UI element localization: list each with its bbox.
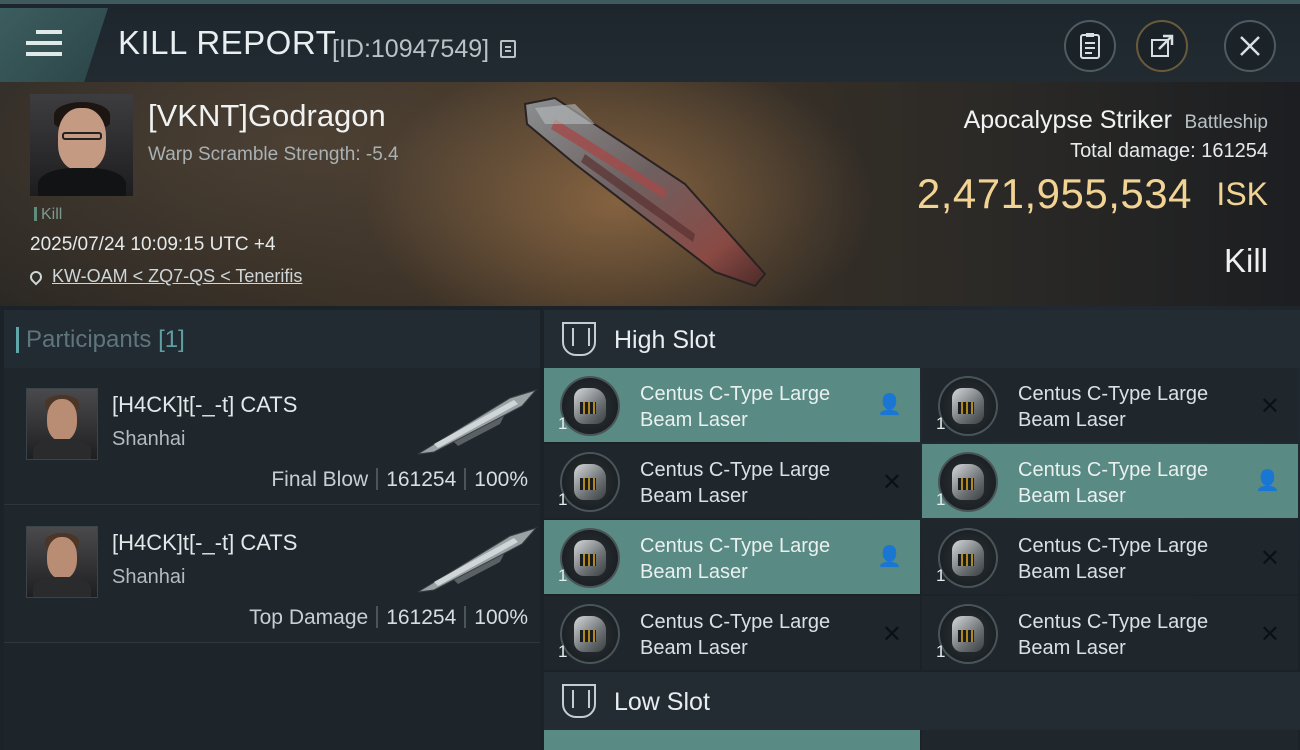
beam-laser-icon (574, 540, 606, 576)
module-name: Centus C-Type Large Beam Laser (1018, 459, 1209, 507)
participants-panel: Participants [1] [H4CK]t[-_-t] CATS Shan… (4, 310, 540, 750)
participant-avatar[interactable] (26, 388, 98, 460)
ship-class: Battleship (1184, 112, 1268, 133)
module-quantity: 1 (558, 642, 568, 661)
beam-laser-icon (574, 464, 606, 500)
share-icon (1151, 34, 1174, 57)
clipboard-icon (1080, 33, 1100, 59)
module-name: Centus C-Type Large Beam Laser (640, 611, 831, 659)
person-icon: 👤 (877, 394, 902, 416)
participant-damage: 161254 (386, 606, 457, 629)
page-title: KILL REPORT (118, 24, 337, 61)
high-slot-icon (562, 322, 596, 356)
beam-laser-icon (574, 616, 606, 652)
victim-ship-image (523, 96, 767, 288)
report-id: [ID:10947549] (332, 35, 490, 63)
location-link[interactable]: KW-OAM < ZQ7-QS < Tenerifis (52, 266, 302, 286)
participants-count: [1] (158, 326, 185, 353)
total-damage: Total damage: 161254 (1070, 140, 1268, 162)
participant-name: [H4CK]t[-_-t] CATS (112, 530, 298, 555)
kill-type-tag: Kill (34, 206, 62, 224)
participant-corp: Shanhai (112, 566, 186, 588)
beam-laser-icon (574, 388, 606, 424)
person-icon: 👤 (877, 546, 902, 568)
beam-laser-icon (952, 388, 984, 424)
participant-name: [H4CK]t[-_-t] CATS (112, 392, 298, 417)
participant-role: Top Damage (249, 606, 369, 629)
copy-id-icon[interactable] (500, 40, 516, 58)
isk-value: 2,471,955,534 (916, 170, 1192, 217)
low-slot-module-partial[interactable] (544, 730, 920, 750)
beam-laser-icon (952, 540, 984, 576)
close-icon (1240, 36, 1260, 56)
participant-stats: Final Blow 161254 100% (271, 468, 528, 492)
module-slot-1[interactable]: 1 Centus C-Type Large Beam Laser 👤 (544, 368, 920, 442)
kill-datetime: 2025/07/24 10:09:15 UTC +4 (30, 234, 276, 255)
module-quantity: 1 (936, 566, 946, 585)
fitting-slots-panel: High Slot 1 Centus C-Type Large Beam Lase… (544, 310, 1300, 750)
header-bar: KILL REPORT [ID:10947549] (0, 0, 1300, 82)
participant-row[interactable]: [H4CK]t[-_-t] CATS Shanhai Top Damage 161… (4, 506, 540, 643)
module-slot-3[interactable]: 1 Centus C-Type Large Beam Laser ✕ (544, 444, 920, 518)
menu-icon (26, 30, 62, 63)
high-slot-title: High Slot (614, 326, 716, 354)
share-button[interactable] (1136, 20, 1188, 72)
close-button[interactable] (1224, 20, 1276, 72)
ship-name[interactable]: Apocalypse Striker (964, 106, 1172, 135)
victim-name[interactable]: [VKNT]Godragon (148, 98, 386, 134)
menu-button[interactable] (0, 8, 108, 82)
location-pin-icon (27, 268, 45, 286)
module-quantity: 1 (936, 642, 946, 661)
destroyed-x-icon: ✕ (1259, 393, 1280, 420)
module-name: Centus C-Type Large Beam Laser (1018, 611, 1209, 659)
module-slot-7[interactable]: 1 Centus C-Type Large Beam Laser ✕ (544, 596, 920, 670)
module-quantity: 1 (936, 490, 946, 509)
participant-corp: Shanhai (112, 428, 186, 450)
module-slot-6[interactable]: 1 Centus C-Type Large Beam Laser ✕ (922, 520, 1298, 594)
destroyed-x-icon: ✕ (1259, 545, 1280, 572)
participant-damage: 161254 (386, 468, 457, 491)
participant-percent: 100% (474, 606, 528, 629)
participant-avatar[interactable] (26, 526, 98, 598)
module-slot-8[interactable]: 1 Centus C-Type Large Beam Laser ✕ (922, 596, 1298, 670)
module-name: Centus C-Type Large Beam Laser (1018, 383, 1209, 431)
module-quantity: 1 (558, 414, 568, 433)
beam-laser-icon (952, 616, 984, 652)
participants-header: Participants [1] (4, 310, 540, 368)
module-name: Centus C-Type Large Beam Laser (640, 383, 831, 431)
participant-role: Final Blow (271, 468, 369, 491)
participant-row[interactable]: [H4CK]t[-_-t] CATS Shanhai Final Blow 161… (4, 368, 540, 505)
low-slot-title: Low Slot (614, 688, 710, 716)
isk-unit: ISK (1216, 176, 1268, 212)
victim-panel: [VKNT]Godragon Warp Scramble Strength: -… (0, 82, 1300, 306)
module-slot-2[interactable]: 1 Centus C-Type Large Beam Laser ✕ (922, 368, 1298, 442)
low-slot-icon (562, 684, 596, 718)
person-icon: 👤 (1255, 470, 1280, 492)
kill-location[interactable]: KW-OAM < ZQ7-QS < Tenerifis (27, 266, 302, 287)
participant-ship-image (417, 527, 538, 593)
high-slot-header: High Slot (544, 310, 1300, 368)
participants-title: Participants [1] (16, 326, 185, 353)
module-name: Centus C-Type Large Beam Laser (640, 535, 831, 583)
module-quantity: 1 (558, 566, 568, 585)
low-slot-module-partial[interactable] (922, 730, 1298, 750)
victim-avatar[interactable] (30, 94, 133, 196)
participant-ship-image (417, 389, 538, 455)
participant-stats: Top Damage 161254 100% (249, 606, 528, 630)
module-quantity: 1 (936, 414, 946, 433)
module-name: Centus C-Type Large Beam Laser (640, 459, 831, 507)
low-slot-header: Low Slot (544, 672, 1300, 730)
module-slot-4[interactable]: 1 Centus C-Type Large Beam Laser 👤 (922, 444, 1298, 518)
module-quantity: 1 (558, 490, 568, 509)
clipboard-button[interactable] (1064, 20, 1116, 72)
destroyed-x-icon: ✕ (881, 621, 902, 648)
module-slot-5[interactable]: 1 Centus C-Type Large Beam Laser 👤 (544, 520, 920, 594)
warp-scramble-strength: Warp Scramble Strength: -5.4 (148, 144, 399, 165)
destroyed-x-icon: ✕ (881, 469, 902, 496)
participant-percent: 100% (474, 468, 528, 491)
destroyed-x-icon: ✕ (1259, 621, 1280, 648)
module-name: Centus C-Type Large Beam Laser (1018, 535, 1209, 583)
beam-laser-icon (952, 464, 984, 500)
kill-status: Kill (1223, 242, 1268, 279)
